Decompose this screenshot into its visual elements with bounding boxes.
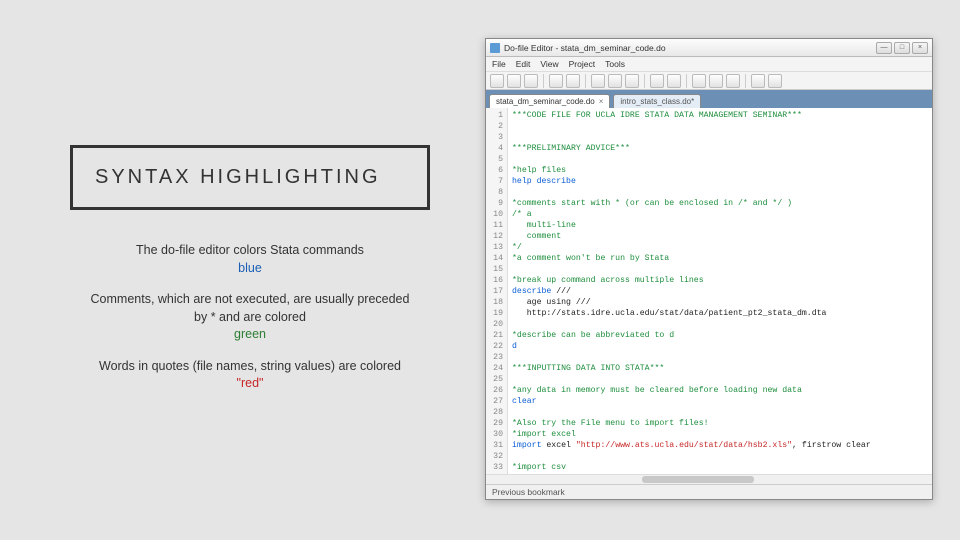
desc-blue: The do-file editor colors Stata commands… — [90, 242, 410, 277]
menubar: File Edit View Project Tools — [486, 57, 932, 72]
code-content[interactable]: ***CODE FILE FOR UCLA IDRE STATA DATA MA… — [508, 108, 932, 474]
window-title: Do-file Editor - stata_dm_seminar_code.d… — [504, 43, 872, 53]
tab-close-icon[interactable]: × — [599, 97, 604, 106]
toolbar-save-icon[interactable] — [524, 74, 538, 88]
blue-word: blue — [238, 261, 262, 275]
slide-title: SYNTAX HIGHLIGHTING — [95, 166, 405, 189]
toolbar — [486, 72, 932, 90]
desc-red: Words in quotes (file names, string valu… — [90, 358, 410, 393]
toolbar-separator — [745, 74, 746, 88]
toolbar-run-icon[interactable] — [751, 74, 765, 88]
horizontal-scrollbar[interactable] — [486, 474, 932, 484]
minimize-button[interactable]: — — [876, 42, 892, 54]
toolbar-find-icon[interactable] — [566, 74, 580, 88]
tab-label: stata_dm_seminar_code.do — [496, 97, 595, 106]
maximize-button[interactable]: □ — [894, 42, 910, 54]
toolbar-print-icon[interactable] — [549, 74, 563, 88]
menu-view[interactable]: View — [540, 59, 558, 69]
red-word: "red" — [237, 376, 264, 390]
tab-label: intro_stats_class.do* — [620, 97, 694, 106]
document-tabbar: stata_dm_seminar_code.do × intro_stats_c… — [486, 90, 932, 108]
toolbar-separator — [644, 74, 645, 88]
menu-tools[interactable]: Tools — [605, 59, 625, 69]
close-button[interactable]: × — [912, 42, 928, 54]
window-titlebar[interactable]: Do-file Editor - stata_dm_seminar_code.d… — [486, 39, 932, 57]
scrollbar-thumb[interactable] — [642, 476, 754, 483]
toolbar-paste-icon[interactable] — [625, 74, 639, 88]
toolbar-copy-icon[interactable] — [608, 74, 622, 88]
code-area[interactable]: 1 2 3 4 5 6 7 8 9 10 11 12 13 14 15 16 1… — [486, 108, 932, 474]
toolbar-redo-icon[interactable] — [667, 74, 681, 88]
statusbar: Previous bookmark — [486, 484, 932, 499]
toolbar-new-icon[interactable] — [490, 74, 504, 88]
toolbar-indent-icon[interactable] — [692, 74, 706, 88]
toolbar-open-icon[interactable] — [507, 74, 521, 88]
window-controls: — □ × — [876, 42, 928, 54]
desc-green: Comments, which are not executed, are us… — [90, 291, 410, 344]
app-icon — [490, 43, 500, 53]
status-text: Previous bookmark — [492, 487, 565, 497]
dofile-editor-window: Do-file Editor - stata_dm_seminar_code.d… — [485, 38, 933, 500]
toolbar-do-icon[interactable] — [768, 74, 782, 88]
toolbar-separator — [585, 74, 586, 88]
slide-left-panel: SYNTAX HIGHLIGHTING The do-file editor c… — [70, 145, 430, 407]
toolbar-cut-icon[interactable] — [591, 74, 605, 88]
green-word: green — [234, 327, 266, 341]
slide-description: The do-file editor colors Stata commands… — [70, 242, 430, 393]
tab-active[interactable]: stata_dm_seminar_code.do × — [489, 94, 610, 108]
toolbar-undo-icon[interactable] — [650, 74, 664, 88]
toolbar-separator — [686, 74, 687, 88]
line-gutter: 1 2 3 4 5 6 7 8 9 10 11 12 13 14 15 16 1… — [486, 108, 508, 474]
menu-project[interactable]: Project — [569, 59, 595, 69]
menu-edit[interactable]: Edit — [516, 59, 531, 69]
menu-file[interactable]: File — [492, 59, 506, 69]
toolbar-bookmark-icon[interactable] — [726, 74, 740, 88]
tab-inactive[interactable]: intro_stats_class.do* — [613, 94, 701, 108]
toolbar-separator — [543, 74, 544, 88]
title-box: SYNTAX HIGHLIGHTING — [70, 145, 430, 210]
toolbar-outdent-icon[interactable] — [709, 74, 723, 88]
